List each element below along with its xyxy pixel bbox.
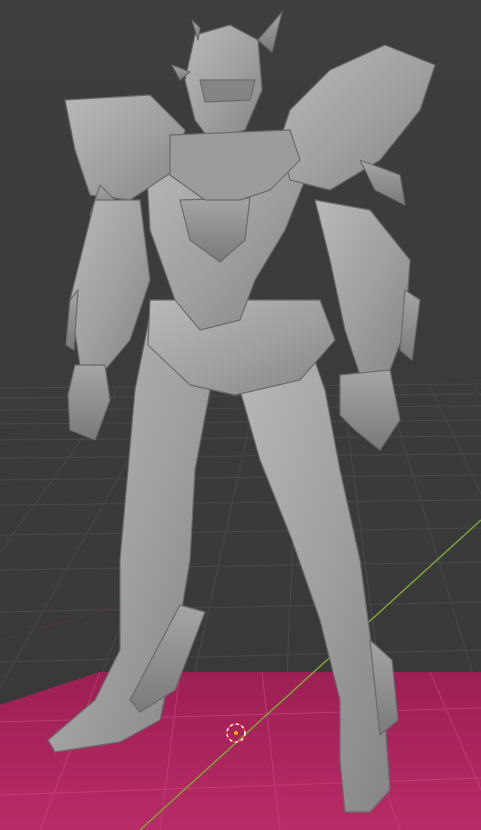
- selection-plane[interactable]: [0, 672, 481, 830]
- x-axis-line: [0, 599, 141, 641]
- 3d-viewport[interactable]: [0, 0, 481, 830]
- viewport-canvas[interactable]: [0, 0, 481, 830]
